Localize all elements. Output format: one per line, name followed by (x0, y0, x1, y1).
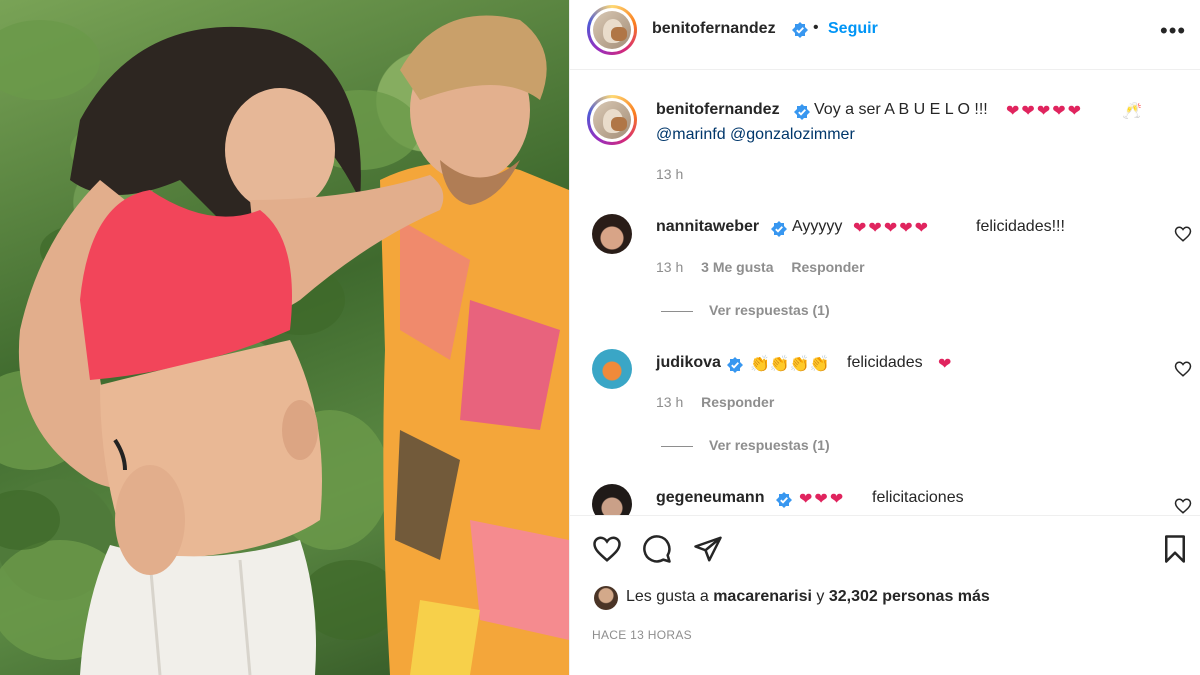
comment-avatar[interactable] (592, 349, 632, 389)
replies-divider (661, 445, 693, 447)
reply-button[interactable]: Responder (791, 259, 864, 275)
post-header: benitofernandez • Seguir ••• (570, 0, 1200, 70)
post-timestamp[interactable]: HACE 13 HORAS (592, 628, 692, 642)
caption-mentions[interactable]: @marinfd @gonzalozimmer (656, 126, 855, 144)
liker-username[interactable]: macarenarisi (713, 588, 812, 605)
photo-illustration (0, 15, 569, 675)
header-separator: • (813, 19, 819, 36)
verified-badge-icon (776, 492, 792, 508)
caption-username[interactable]: benitofernandez (656, 101, 780, 119)
view-replies-label: Ver respuestas (1) (709, 302, 830, 318)
comment-like-icon[interactable] (1174, 225, 1192, 243)
likes-text: Les gusta a macarenarisi y 32,302 person… (626, 588, 990, 606)
comment-bubble-icon[interactable] (642, 534, 672, 564)
likes-connector: y (816, 588, 825, 605)
likes-count[interactable]: 32,302 personas más (829, 588, 990, 605)
comment-emojis: 👏👏👏👏 (750, 356, 830, 373)
view-replies-button[interactable]: Ver respuestas (1) (661, 437, 830, 453)
comments-section[interactable]: benitofernandez Voy a ser A B U E L O !!… (570, 71, 1200, 515)
view-replies-label: Ver respuestas (1) (709, 437, 830, 453)
likes-prefix: Les gusta a (626, 588, 709, 605)
reply-button[interactable]: Responder (701, 394, 774, 410)
replies-divider (661, 310, 693, 312)
author-username[interactable]: benitofernandez (652, 20, 776, 38)
comment-hearts: ❤ (938, 356, 952, 373)
caption-hearts: ❤❤❤❤❤ (1006, 103, 1084, 120)
author-avatar[interactable] (587, 5, 637, 55)
caption-toast-emoji: 🥂 (1122, 103, 1142, 120)
follow-button[interactable]: Seguir (828, 20, 878, 38)
post-photo[interactable] (0, 0, 569, 675)
comment-time[interactable]: 13 h (656, 394, 683, 410)
verified-badge-icon (771, 221, 787, 237)
verified-badge-icon (792, 22, 808, 38)
paper-plane-icon[interactable] (693, 534, 723, 564)
comment-meta: 13 h 3 Me gusta Responder (656, 259, 879, 275)
caption-avatar[interactable] (587, 95, 637, 145)
post-actions: Les gusta a macarenarisi y 32,302 person… (570, 515, 1200, 675)
caption-time[interactable]: 13 h (656, 166, 683, 182)
comment-username[interactable]: nannitaweber (656, 218, 759, 236)
comment-avatar[interactable] (592, 214, 632, 254)
bookmark-icon[interactable] (1160, 534, 1190, 564)
comment-like-icon[interactable] (1174, 497, 1192, 515)
comment-text-end: felicitaciones (872, 489, 964, 506)
comment-time[interactable]: 13 h (656, 259, 683, 275)
verified-badge-icon (727, 357, 743, 373)
post-panel: benitofernandez • Seguir ••• benitoferna… (569, 0, 1200, 675)
more-options-icon[interactable]: ••• (1160, 18, 1190, 43)
caption-text: Voy a ser A B U E L O !!! (814, 101, 988, 118)
comment-text: Ayyyyy (792, 218, 843, 235)
comment-like-icon[interactable] (1174, 360, 1192, 378)
liker-avatar[interactable] (594, 586, 618, 610)
heart-outline-icon[interactable] (592, 534, 622, 564)
comment-avatar[interactable] (592, 484, 632, 515)
verified-badge-icon (794, 104, 810, 120)
view-replies-button[interactable]: Ver respuestas (1) (661, 302, 830, 318)
comment-text-end: felicidades (847, 354, 923, 371)
comment-hearts: ❤❤❤ (799, 491, 846, 508)
comment-hearts: ❤❤❤❤❤ (853, 220, 931, 237)
comment-meta: 13 h Responder (656, 394, 788, 410)
comment-username[interactable]: gegeneumann (656, 489, 764, 507)
comment-likes[interactable]: 3 Me gusta (701, 259, 773, 275)
comment-username[interactable]: judikova (656, 354, 721, 372)
comment-text-end: felicidades!!! (976, 218, 1065, 235)
